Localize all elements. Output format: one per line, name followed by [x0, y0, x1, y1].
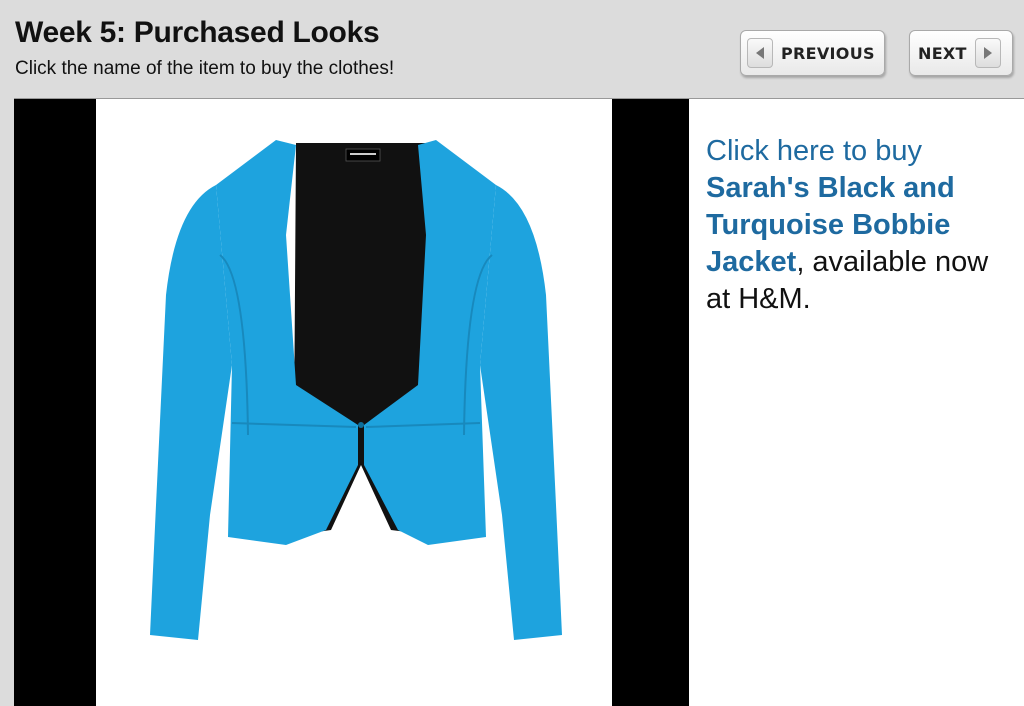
product-image-panel — [96, 99, 612, 706]
chevron-left-icon — [747, 38, 773, 68]
buy-lead-text[interactable]: Click here to buy — [706, 135, 922, 167]
page-header: Week 5: Purchased Looks Click the name o… — [0, 0, 1024, 98]
page-title: Week 5: Purchased Looks — [15, 16, 380, 49]
previous-label: PREVIOUS — [781, 43, 875, 63]
product-text-panel: Click here to buy Sarah's Black and Turq… — [689, 99, 1024, 706]
slideshow-stage: Click here to buy Sarah's Black and Turq… — [14, 98, 1024, 706]
next-button[interactable]: NEXT — [909, 30, 1013, 76]
page-subtitle: Click the name of the item to buy the cl… — [15, 58, 395, 79]
chevron-right-icon — [974, 38, 1001, 68]
next-label: NEXT — [918, 43, 967, 63]
buy-description: Click here to buy Sarah's Black and Turq… — [706, 133, 1006, 318]
previous-button[interactable]: PREVIOUS — [740, 30, 885, 76]
jacket-image — [150, 140, 562, 640]
